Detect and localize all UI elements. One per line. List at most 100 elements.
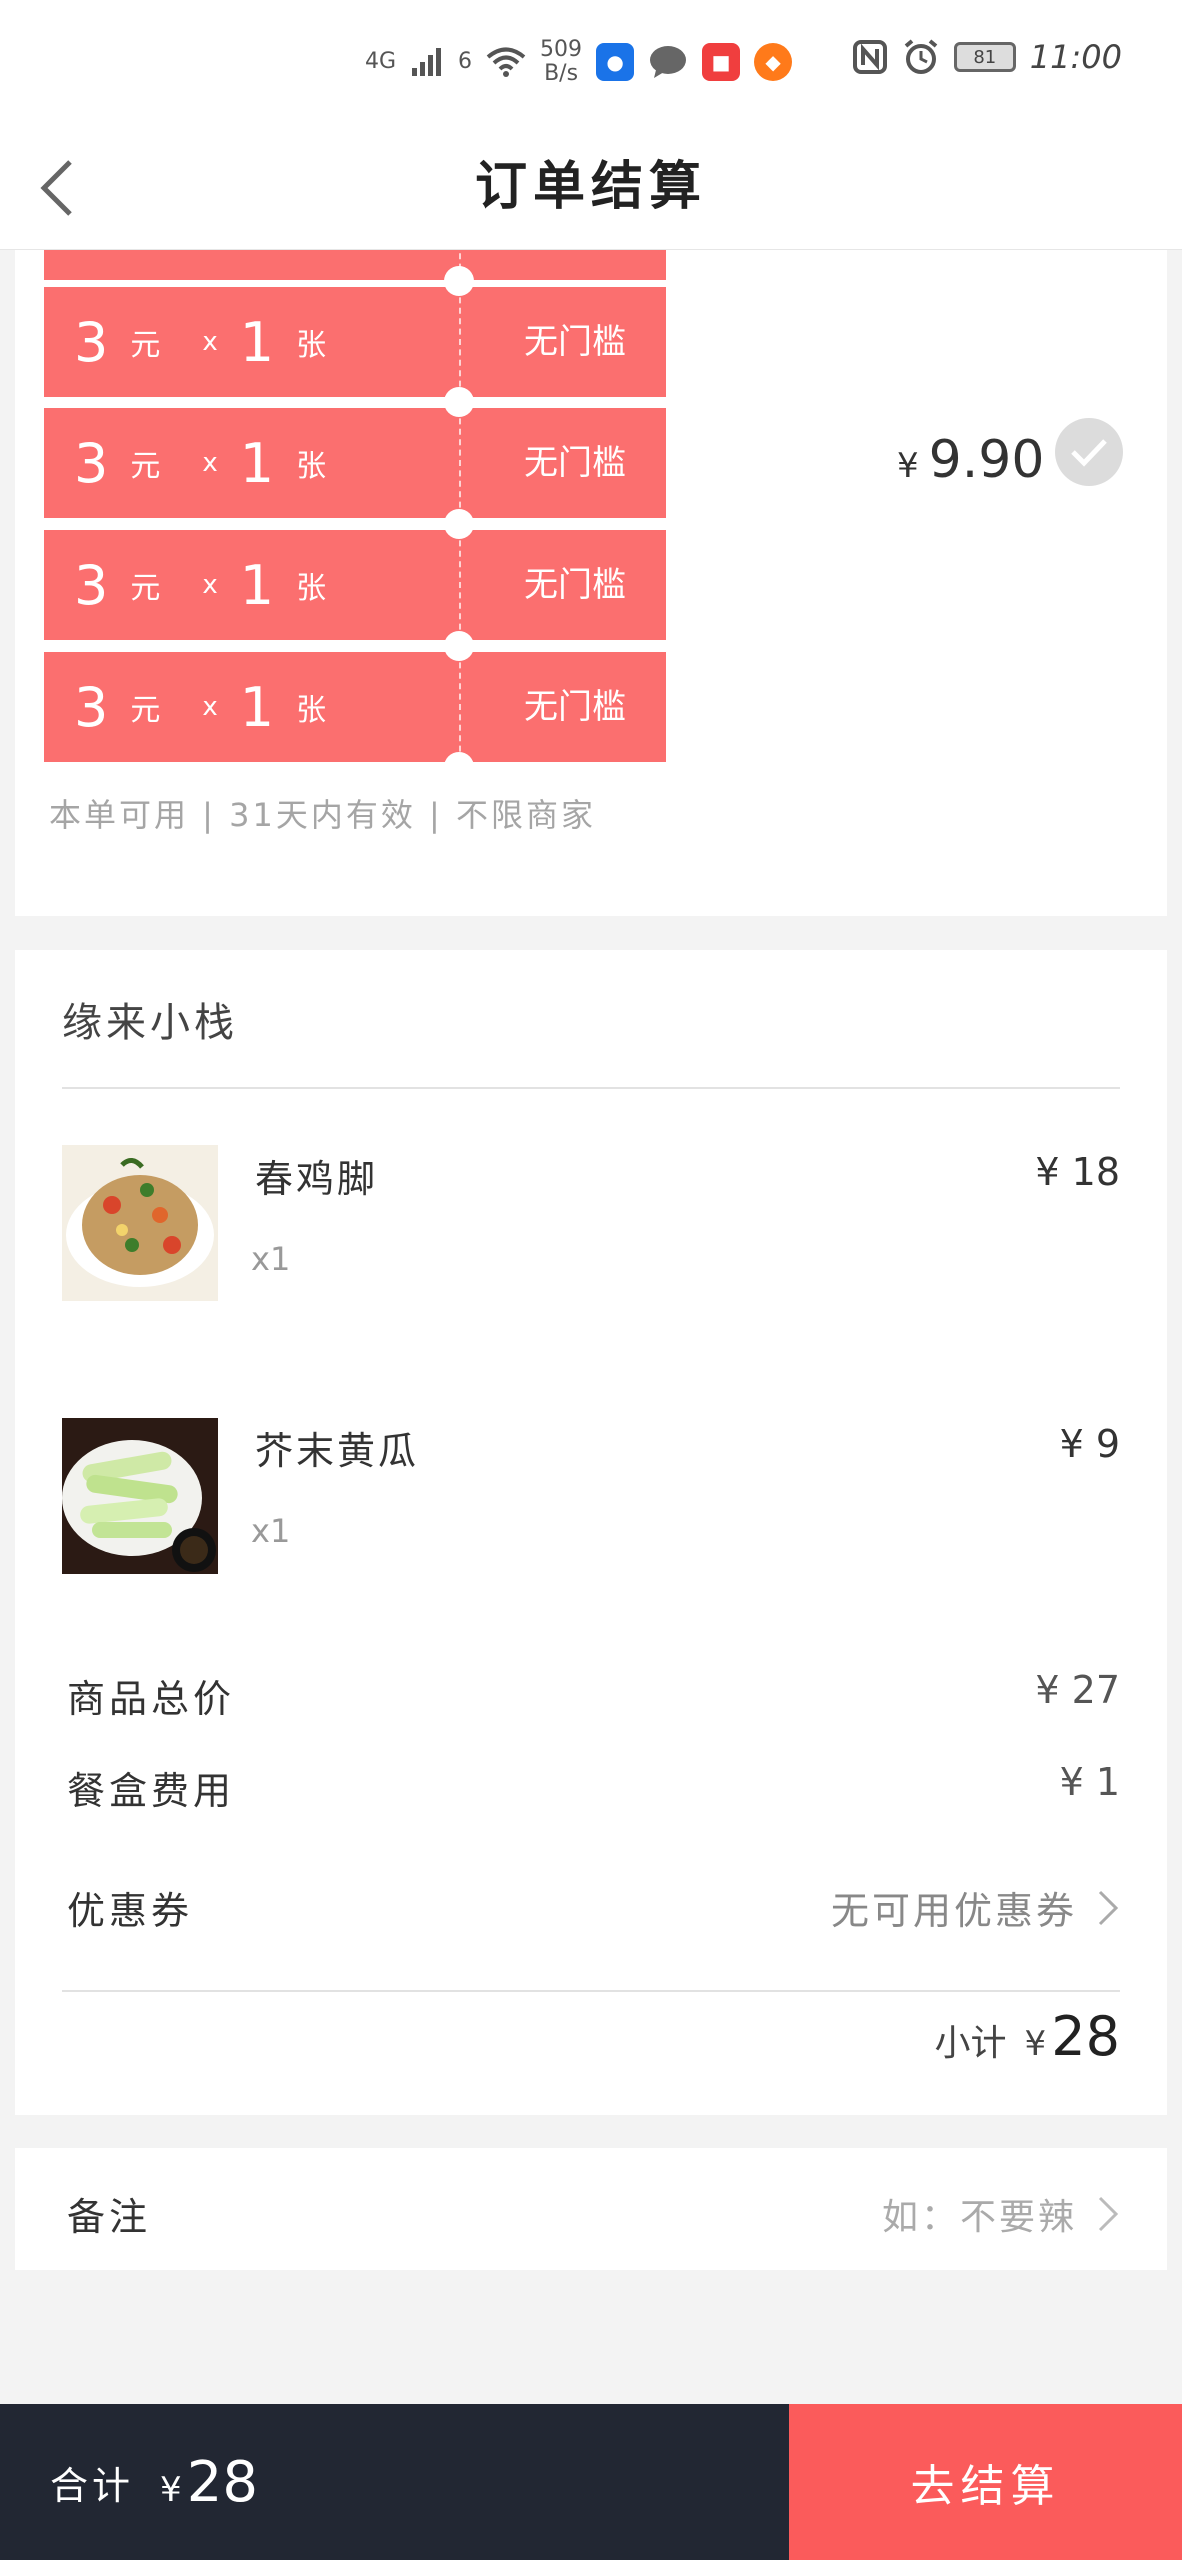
total-label: 合计	[50, 2463, 135, 2508]
ticket-condition: 无门槛	[524, 565, 626, 605]
goods-total-label: 商品总价	[67, 1677, 236, 1721]
signal-2: 6	[458, 49, 473, 74]
order-card: 缘来小栈 春鸡脚 x1 ¥ 18 芥末黄瓜 x1 ¥ 9 商品总价 ¥ 27 餐…	[15, 950, 1167, 2115]
alarm-icon	[904, 39, 938, 74]
page-title: 订单结算	[474, 157, 707, 217]
subtotal-label: 小计	[934, 2023, 1007, 2064]
battery-icon: 81	[953, 42, 1016, 72]
price-symbol: ¥	[897, 446, 919, 486]
ticket-unit: 元	[130, 328, 161, 363]
remark-placeholder: 如：不要辣	[881, 2197, 1077, 2238]
ticket-count-unit: 张	[296, 449, 327, 484]
coupon-note: 本单可用 | 31天内有效 | 不限商家	[49, 796, 596, 834]
wifi-icon	[486, 47, 526, 77]
chevron-right-icon	[1098, 2196, 1119, 2232]
ticket-amount: 3	[74, 310, 109, 374]
subtotal: 小计 ¥ 28	[935, 2005, 1120, 2068]
ticket-unit: 元	[130, 693, 161, 728]
ticket-condition: 无门槛	[524, 443, 626, 483]
total-symbol: ¥	[160, 2469, 182, 2510]
divider	[62, 1990, 1120, 1992]
item-price: ¥ 9	[1059, 1422, 1120, 1466]
ticket-notch	[444, 266, 474, 296]
coupon-ticket: 3 元 x 1 张 无门槛	[44, 408, 666, 518]
item-qty: x1	[251, 1240, 291, 1278]
network-speed: 509 B/s	[540, 38, 582, 86]
network-speed-unit: B/s	[544, 61, 579, 86]
battery-level: 81	[973, 46, 997, 68]
item-name: 春鸡脚	[255, 1157, 379, 1201]
coupon-ticket: 3 元 x 1 张 无门槛	[44, 530, 666, 640]
signal-icon	[412, 48, 442, 76]
ticket-amount: 3	[74, 675, 109, 739]
clock: 11:00	[1029, 38, 1122, 76]
box-fee-value: ¥ 1	[1059, 1760, 1120, 1804]
ticket-unit: 元	[130, 571, 161, 606]
signal-1: 4G	[365, 49, 397, 74]
ticket-times: x	[202, 327, 218, 357]
ticket-divider	[459, 408, 461, 518]
coupon-package-price: ¥9.90	[897, 430, 1044, 490]
ticket-divider	[459, 287, 461, 397]
store-app-icon: ■	[702, 43, 741, 81]
subtotal-value: 28	[1051, 2005, 1120, 2068]
ticket-notch	[444, 631, 474, 661]
ticket-amount: 3	[74, 553, 109, 617]
item-image-cucumber	[62, 1418, 218, 1574]
ticket-count: 1	[239, 310, 275, 374]
status-icons-right: 81 11:00	[852, 38, 1122, 76]
coupon-select-checkbox[interactable]	[1055, 418, 1123, 486]
bulb-app-icon: ●	[596, 43, 635, 81]
bottom-bar: 合计 ¥ 28 去结算	[0, 2404, 1182, 2560]
divider	[62, 1087, 1120, 1089]
ticket-notch	[444, 387, 474, 417]
nfc-icon	[852, 40, 887, 74]
ticket-times: x	[202, 570, 218, 600]
ticket-notch	[444, 509, 474, 539]
coupon-selector-row[interactable]: 优惠券 无可用优惠券	[15, 1870, 1167, 1950]
chat-icon	[650, 46, 687, 78]
remark-row[interactable]: 备注 如：不要辣	[15, 2148, 1167, 2270]
ticket-count-unit: 张	[296, 571, 327, 606]
total-summary: 合计 ¥ 28	[0, 2404, 789, 2560]
food-photo	[62, 1145, 218, 1301]
status-icons-center: 4G 6 509 B/s ● ■ ◆	[365, 38, 793, 86]
ticket-count-unit: 张	[296, 693, 327, 728]
item-name: 芥末黄瓜	[255, 1429, 420, 1473]
coupon-ticket: 3 元 x 1 张 无门槛	[44, 287, 666, 397]
nav-bar: 订单结算	[0, 125, 1182, 250]
ticket-divider	[459, 530, 461, 640]
ticket-condition: 无门槛	[524, 322, 626, 362]
box-fee-label: 餐盒费用	[67, 1769, 236, 1813]
ticket-unit: 元	[130, 449, 161, 484]
coupon-package-card[interactable]: 3 元 x 1 张 无门槛 3 元 x 1 张 无门槛 3 元 x 1 张 无门…	[15, 250, 1167, 916]
remark-label: 备注	[67, 2195, 152, 2239]
food-photo	[62, 1418, 218, 1574]
coupon-value: 无可用优惠券	[830, 1889, 1077, 1933]
ticket-count-unit: 张	[296, 328, 327, 363]
ticket-times: x	[202, 692, 218, 722]
taobao-app-icon: ◆	[754, 43, 793, 81]
item-price: ¥ 18	[1035, 1150, 1120, 1194]
subtotal-symbol: ¥	[1024, 2024, 1047, 2064]
goods-total-value: ¥ 27	[1035, 1668, 1120, 1712]
ticket-count: 1	[239, 431, 275, 495]
coupon-label: 优惠券	[67, 1889, 194, 1933]
total-value: 28	[186, 2449, 259, 2515]
ticket-amount: 3	[74, 431, 109, 495]
ticket-count: 1	[239, 675, 275, 739]
item-image-chicken-feet	[62, 1145, 218, 1301]
ticket-divider	[459, 652, 461, 762]
status-bar: 4G 6 509 B/s ● ■ ◆ 81 11:00	[0, 0, 1182, 125]
coupon-ticket: 3 元 x 1 张 无门槛	[44, 652, 666, 762]
shop-name: 缘来小栈	[62, 1000, 238, 1046]
chevron-right-icon	[1098, 1890, 1119, 1926]
check-icon	[1071, 439, 1107, 467]
ticket-condition: 无门槛	[524, 687, 626, 727]
coupon-ticket-partial	[44, 250, 666, 280]
item-qty: x1	[251, 1512, 291, 1550]
ticket-times: x	[202, 448, 218, 478]
ticket-count: 1	[239, 553, 275, 617]
checkout-button[interactable]: 去结算	[789, 2404, 1182, 2560]
price-value: 9.90	[928, 430, 1045, 490]
